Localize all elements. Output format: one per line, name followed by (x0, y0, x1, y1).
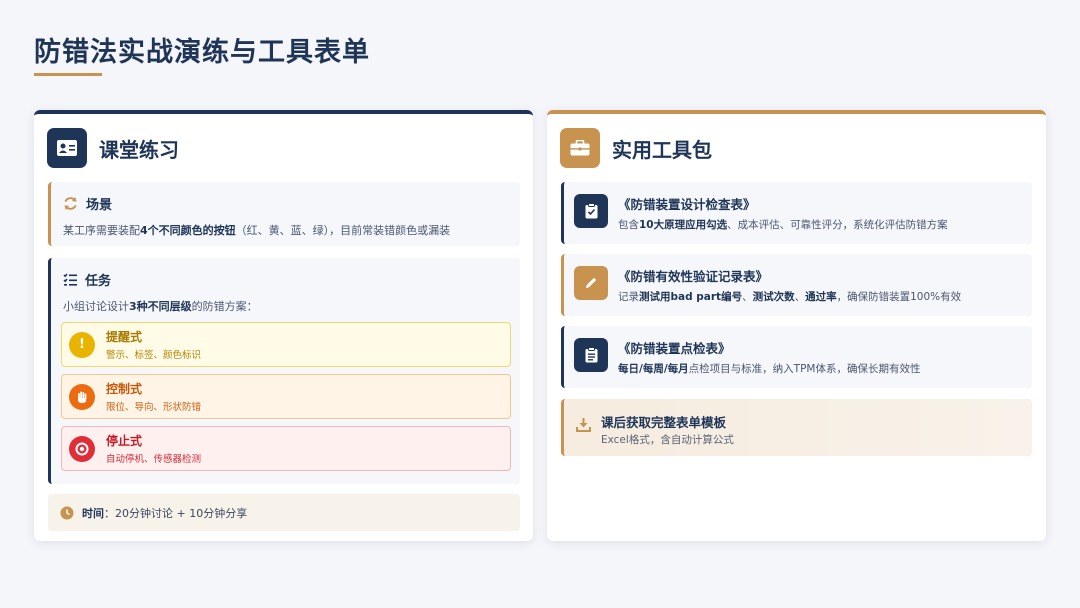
download-icon (576, 418, 591, 432)
desc-part: 、 (794, 291, 806, 303)
scene-text-after: （红、黄、蓝、绿），目前常装错颜色或漏装 (235, 224, 451, 237)
desc-part: 点检项目与标准，纳入TPM体系，确保长期有效性 (688, 363, 921, 375)
exercise-title: 课堂练习 (99, 137, 179, 162)
desc-part: 包含 (618, 219, 639, 231)
desc-part-bold: 每日/每周/每月 (618, 363, 689, 375)
task-label: 任务 (85, 274, 112, 289)
task-intro: 小组讨论设计3种不同层级的防错方案： (63, 298, 258, 314)
desc-part: ，确保防错装置100%有效 (836, 291, 962, 303)
level-desc: 自动停机、传感器检测 (106, 454, 202, 465)
toolkit-card: 实用工具包 《防错装置设计检查表》 包含10大原理应用勾选、成本评估、可靠性评分… (547, 110, 1046, 541)
exercise-card: 课堂练习 场景 某工序需要装配4个不同颜色的按钮（红、黄、蓝、绿），目前常装错颜… (34, 110, 533, 541)
time-value: ：20分钟讨论 + 10分钟分享 (104, 506, 248, 520)
level-desc: 限位、导向、形状防错 (106, 402, 202, 413)
exclamation-icon: ! (69, 331, 95, 358)
scene-box: 场景 某工序需要装配4个不同颜色的按钮（红、黄、蓝、绿），目前常装错颜色或漏装 (48, 182, 520, 246)
pencil-icon (574, 266, 608, 300)
refresh-icon (64, 196, 77, 211)
task-intro-after: 的防错方案： (191, 300, 258, 313)
level-name: 停止式 (106, 434, 143, 448)
task-intro-before: 小组讨论设计 (63, 300, 129, 313)
tool-name: 《防错装置点检表》 (618, 341, 731, 356)
clipboard-check-icon (574, 194, 608, 228)
level-control: 控制式 限位、导向、形状防错 (61, 374, 511, 419)
desc-part-bold: 测试次数 (752, 291, 795, 303)
desc-part: 记录 (618, 291, 639, 303)
desc-part: 、 (742, 291, 753, 303)
tool-name: 《防错有效性验证记录表》 (618, 269, 769, 284)
desc-part-bold: 测试用bad part编号 (639, 291, 743, 303)
title-underline (34, 73, 102, 76)
download-desc: Excel格式，含自动计算公式 (601, 434, 734, 446)
clipboard-list-icon (574, 338, 608, 372)
tool-desc: 包含10大原理应用勾选、成本评估、可靠性评分，系统化评估防错方案 (618, 217, 948, 232)
hand-icon (69, 383, 95, 410)
download-templates[interactable]: 课后获取完整表单模板 Excel格式，含自动计算公式 (561, 399, 1032, 456)
desc-part-bold: 10大原理应用勾选 (639, 219, 728, 231)
page-title: 防错法实战演练与工具表单 (34, 37, 370, 68)
desc-part-bold: 通过率 (805, 291, 837, 303)
task-header: 任务 (63, 270, 111, 289)
toolkit-header: 实用工具包 (560, 128, 712, 168)
level-name: 控制式 (106, 382, 143, 396)
tool-desc: 每日/每周/每月点检项目与标准，纳入TPM体系，确保长期有效性 (618, 361, 920, 376)
list-icon (63, 273, 77, 286)
id-card-icon (47, 128, 87, 168)
scene-header: 场景 (63, 194, 112, 213)
level-reminder: ! 提醒式 警示、标签、颜色标识 (61, 322, 511, 367)
toolkit-title: 实用工具包 (612, 137, 712, 162)
scene-text-before: 某工序需要装配 (63, 224, 140, 237)
tool-item[interactable]: 《防错装置设计检查表》 包含10大原理应用勾选、成本评估、可靠性评分，系统化评估… (561, 182, 1032, 244)
clock-icon (60, 506, 74, 519)
time-text: 时间：20分钟讨论 + 10分钟分享 (82, 505, 247, 521)
task-box: 任务 小组讨论设计3种不同层级的防错方案： ! 提醒式 警示、标签、颜色标识 控… (48, 258, 520, 484)
tool-desc: 记录测试用bad part编号、测试次数、通过率，确保防错装置100%有效 (618, 289, 961, 304)
scene-text-bold: 4个不同颜色的按钮 (140, 224, 236, 237)
desc-part: 、成本评估、可靠性评分，系统化评估防错方案 (727, 219, 948, 231)
scene-label: 场景 (86, 198, 113, 213)
level-name: 提醒式 (106, 330, 143, 344)
scene-text: 某工序需要装配4个不同颜色的按钮（红、黄、蓝、绿），目前常装错颜色或漏装 (63, 222, 450, 238)
exercise-header: 课堂练习 (47, 128, 179, 168)
tool-name: 《防错装置设计检查表》 (618, 197, 756, 212)
tool-item[interactable]: 《防错有效性验证记录表》 记录测试用bad part编号、测试次数、通过率，确保… (561, 254, 1032, 316)
download-title: 课后获取完整表单模板 (601, 415, 727, 430)
time-label: 时间 (82, 506, 104, 520)
task-intro-bold: 3种不同层级 (129, 300, 192, 313)
level-stop: 停止式 自动停机、传感器检测 (61, 426, 511, 471)
stop-icon (69, 435, 95, 462)
tool-item[interactable]: 《防错装置点检表》 每日/每周/每月点检项目与标准，纳入TPM体系，确保长期有效… (561, 326, 1032, 388)
time-box: 时间：20分钟讨论 + 10分钟分享 (48, 494, 520, 531)
toolbox-icon (560, 128, 600, 168)
level-desc: 警示、标签、颜色标识 (106, 350, 202, 361)
